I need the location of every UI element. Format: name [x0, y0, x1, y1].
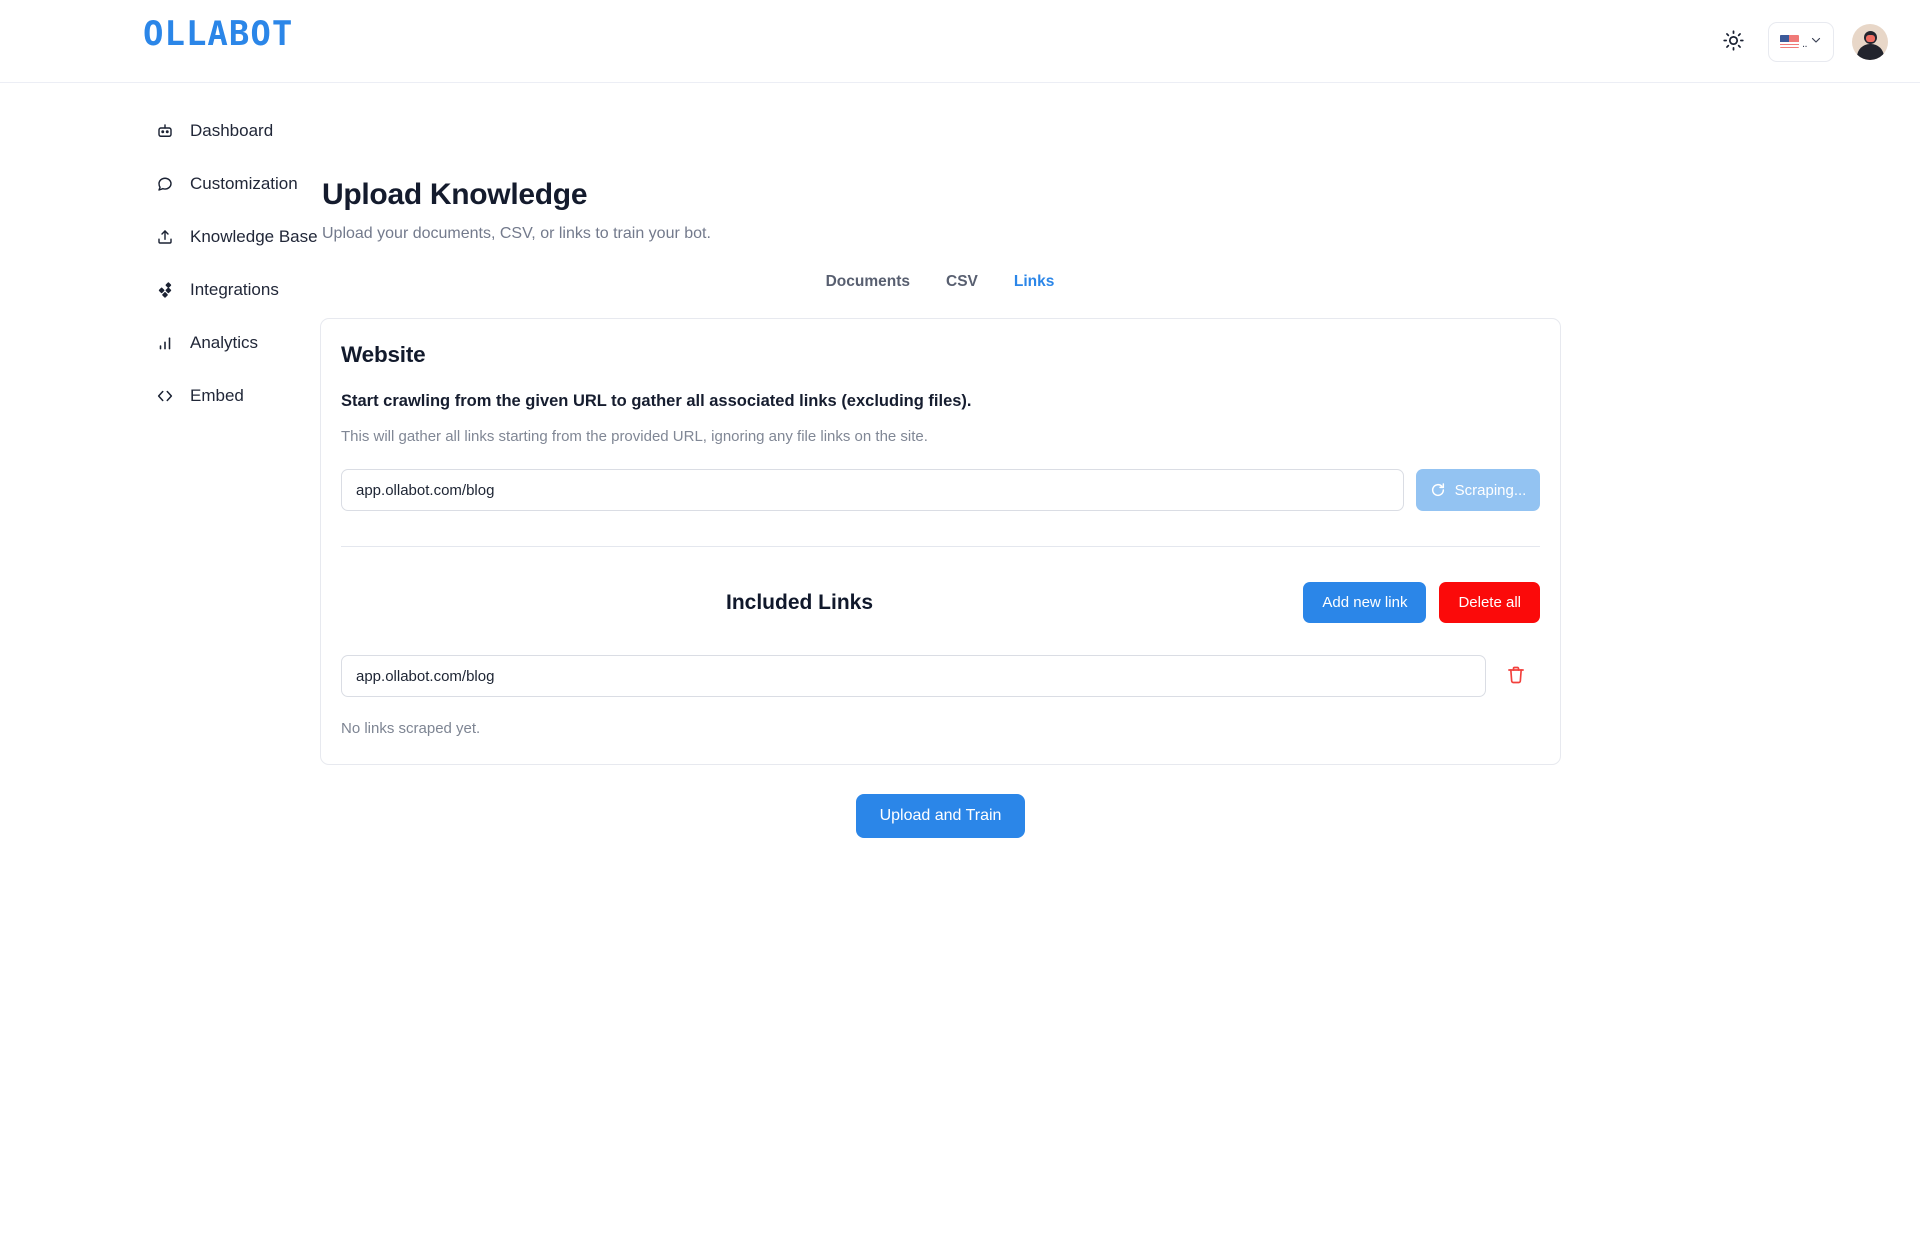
submit-row: Upload and Train [320, 794, 1561, 838]
robot-icon [155, 122, 174, 141]
sidebar-item-embed[interactable]: Embed [155, 381, 320, 411]
included-links-header: Included Links Add new link Delete all [341, 582, 1540, 623]
code-brackets-icon [155, 387, 174, 406]
bar-chart-icon [155, 334, 174, 353]
language-label: .. [1801, 38, 1808, 50]
us-flag-icon [1779, 35, 1799, 48]
sidebar-item-analytics[interactable]: Analytics [155, 328, 320, 358]
tab-documents[interactable]: Documents [826, 273, 910, 291]
scrape-button-label: Scraping... [1454, 481, 1527, 499]
tab-links[interactable]: Links [1014, 273, 1054, 291]
sun-icon [1722, 29, 1744, 54]
card-title: Website [341, 342, 426, 367]
sidebar-item-knowledge-base[interactable]: Knowledge Base [155, 222, 320, 252]
card-description: This will gather all links starting from… [341, 428, 928, 445]
sidebar: Dashboard Customization Knowledge Base I… [0, 83, 320, 838]
spinner-icon [1430, 482, 1446, 498]
sidebar-item-label: Embed [190, 386, 244, 405]
avatar[interactable] [1852, 23, 1888, 60]
main-content: Upload Knowledge Upload your documents, … [320, 83, 1920, 838]
delete-all-button[interactable]: Delete all [1439, 582, 1540, 623]
app-logo[interactable]: OLLABOT [143, 17, 293, 51]
language-selector[interactable]: .. [1768, 21, 1834, 62]
sidebar-item-dashboard[interactable]: Dashboard [155, 116, 320, 146]
page-body: Dashboard Customization Knowledge Base I… [0, 83, 1920, 838]
sidebar-item-customization[interactable]: Customization [155, 169, 320, 199]
header-actions: .. [1716, 0, 1888, 83]
crawl-url-row: Scraping... [341, 469, 1540, 511]
upload-and-train-button[interactable]: Upload and Train [855, 794, 1026, 838]
top-header: OLLABOT .. [0, 0, 1920, 83]
upload-icon [155, 228, 174, 247]
diamonds-icon [155, 281, 174, 300]
card-divider [341, 546, 1540, 547]
sidebar-item-label: Customization [190, 174, 298, 193]
sidebar-item-label: Dashboard [190, 121, 274, 140]
page-subtitle: Upload your documents, CSV, or links to … [322, 225, 711, 242]
trash-icon [1506, 665, 1526, 688]
delete-link-button[interactable] [1502, 662, 1530, 690]
sidebar-item-label: Knowledge Base [190, 227, 318, 246]
link-row [341, 655, 1540, 697]
page-title: Upload Knowledge [322, 178, 588, 211]
add-new-link-button[interactable]: Add new link [1303, 582, 1427, 623]
sidebar-item-label: Integrations [190, 280, 279, 299]
link-url-input[interactable] [341, 655, 1486, 697]
included-links-title: Included Links [726, 590, 874, 614]
sidebar-item-label: Analytics [190, 333, 259, 352]
no-links-note: No links scraped yet. [341, 720, 481, 737]
sidebar-item-integrations[interactable]: Integrations [155, 275, 320, 305]
crawl-url-input[interactable] [341, 469, 1404, 511]
website-card: Website Start crawling from the given UR… [320, 318, 1561, 765]
chat-bubble-icon [155, 175, 174, 194]
tab-bar: Documents CSV Links [320, 273, 1560, 291]
card-lead-text: Start crawling from the given URL to gat… [341, 392, 972, 410]
scrape-button: Scraping... [1416, 469, 1540, 511]
chevron-down-icon [1810, 33, 1822, 51]
theme-toggle-button[interactable] [1716, 25, 1750, 59]
tab-csv[interactable]: CSV [946, 273, 978, 291]
included-links-actions: Add new link Delete all [1303, 582, 1540, 623]
